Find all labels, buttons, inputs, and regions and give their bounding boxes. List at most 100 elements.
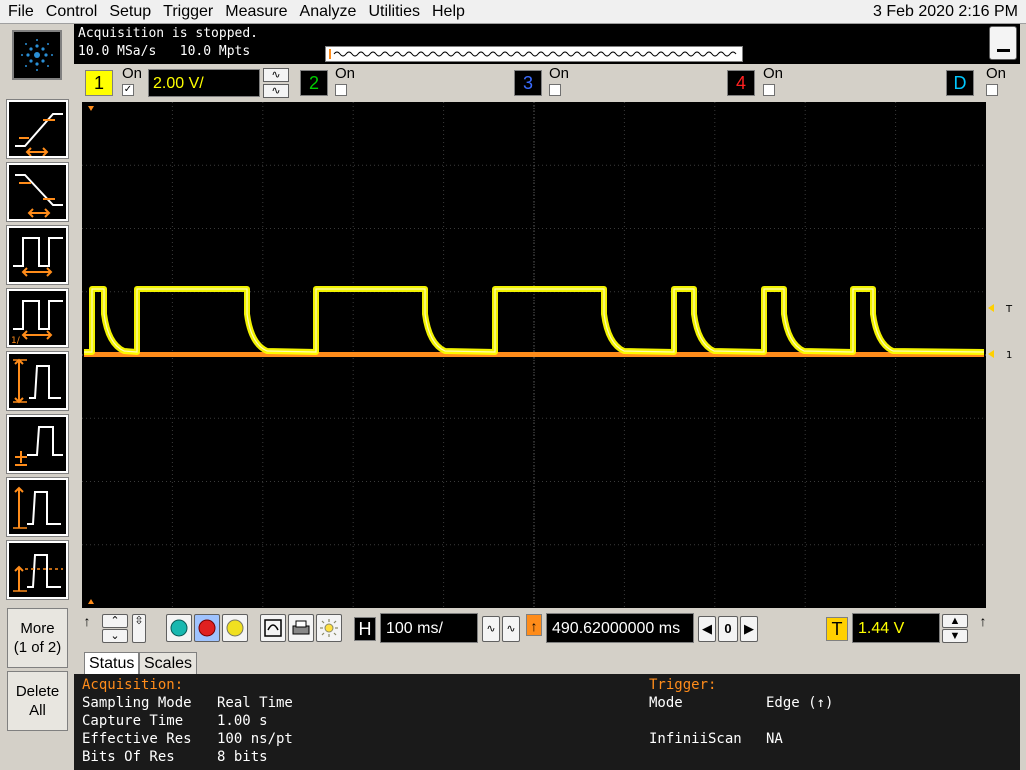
period-icon (13, 237, 63, 277)
bits-of-res-value: 8 bits (217, 749, 268, 765)
digital-on-checkbox[interactable] (986, 84, 998, 96)
menu-utilities[interactable]: Utilities (362, 0, 426, 24)
top-measure-button[interactable] (6, 477, 69, 537)
trigger-level-marker: T (1005, 304, 1013, 315)
level-markers: T 1 (988, 304, 1013, 361)
right-margin (1020, 24, 1026, 770)
channel-3-on-label: On (549, 65, 570, 82)
trigger-slope-icon[interactable]: ↑ (976, 614, 990, 641)
peak-to-peak-icon (13, 358, 61, 404)
svg-text:1/: 1/ (11, 336, 21, 345)
delay-right-button[interactable]: ▶ (740, 616, 758, 642)
fall-time-icon (15, 174, 63, 218)
trigger-mode-value: Edge (↑) (766, 695, 834, 711)
menu-bar: File Control Setup Trigger Measure Analy… (0, 0, 1026, 24)
amplitude-measure-button[interactable] (6, 414, 69, 474)
horizontal-tag[interactable]: H (354, 617, 376, 641)
period-measure-button[interactable] (6, 225, 69, 285)
run-circle-icon (170, 619, 188, 637)
display-brightness-button[interactable] (316, 614, 342, 642)
acquisition-section-title: Acquisition: (82, 677, 184, 693)
horizontal-position-tag[interactable]: ↑ (526, 614, 542, 636)
menu-control[interactable]: Control (40, 0, 104, 24)
delay-left-button[interactable]: ◀ (698, 616, 716, 642)
delete-all-label: Delete All (15, 683, 60, 719)
delay-field[interactable]: 490.62000000 ms (546, 613, 694, 643)
frequency-measure-button[interactable]: 1/ (6, 288, 69, 348)
average-measure-button[interactable] (6, 540, 69, 600)
oscilloscope-window: File Control Setup Trigger Measure Analy… (0, 0, 1026, 770)
digital-on-label: On (986, 65, 1007, 82)
more-button[interactable]: More (1 of 2) (7, 608, 68, 668)
trigger-position-top-marker-icon (88, 106, 94, 111)
overview-waveform-icon (329, 49, 737, 59)
amplitude-icon (15, 426, 63, 466)
dc-coupling-icon[interactable]: ∿ (263, 84, 289, 98)
trigger-level-field[interactable]: 1.44 V (852, 613, 940, 643)
stop-button[interactable] (194, 614, 220, 642)
run-button[interactable] (166, 614, 192, 642)
menu-setup[interactable]: Setup (103, 0, 157, 24)
channel-1-ground-marker: 1 (1006, 350, 1012, 361)
capture-time-value: 1.00 s (217, 713, 268, 729)
timebase-field[interactable]: 100 ms/ (380, 613, 478, 643)
channel-4-on-checkbox[interactable] (763, 84, 775, 96)
rise-time-measure-button[interactable] (6, 99, 69, 159)
ac-coupling-icon[interactable]: ∿ (263, 68, 289, 82)
autoscale-button[interactable] (260, 614, 286, 642)
waveform-display[interactable] (82, 102, 986, 608)
frequency-icon: 1/ (11, 300, 63, 346)
digital-channels-button[interactable]: D (946, 70, 974, 96)
date-time: 3 Feb 2020 2:16 PM (873, 3, 1018, 20)
minimize-button[interactable] (989, 26, 1017, 60)
infiniiscan-label: InfiniiScan (649, 731, 742, 747)
delay-zero-button[interactable]: 0 (718, 616, 738, 642)
scroll-up-button[interactable]: ⌃ (102, 614, 128, 628)
info-tabs: Status Scales (74, 650, 1020, 674)
fall-time-measure-button[interactable] (6, 162, 69, 222)
menu-help[interactable]: Help (426, 0, 471, 24)
timebase-decrease-button[interactable]: ∿ (482, 616, 500, 642)
print-button[interactable] (288, 614, 314, 642)
scroll-vertical-button[interactable]: ⇳ (132, 614, 146, 643)
trigger-position-bottom-marker-icon (88, 599, 94, 604)
trigger-level-arrow-icon (988, 304, 994, 312)
channel-3-button[interactable]: 3 (514, 70, 542, 96)
channel-controls: 1 On ✓ 2.00 V/ ∿ ∿ 2 On 3 On 4 On D On (74, 64, 1020, 102)
tab-status[interactable]: Status (84, 652, 140, 674)
scroll-down-button[interactable]: ⌄ (102, 629, 128, 643)
menu-trigger[interactable]: Trigger (157, 0, 219, 24)
channel-4-button[interactable]: 4 (727, 70, 755, 96)
delete-all-button[interactable]: Delete All (7, 671, 68, 731)
printer-icon (292, 620, 310, 635)
acquisition-status-bar: Acquisition is stopped. 10.0 MSa/s 10.0 … (74, 24, 1020, 64)
effective-res-label: Effective Res (82, 731, 192, 747)
peak-to-peak-measure-button[interactable] (6, 351, 69, 411)
timebase-increase-button[interactable]: ∿ (502, 616, 520, 642)
memory-overview-bar[interactable] (325, 46, 743, 62)
trigger-tag[interactable]: T (826, 617, 848, 641)
channel-1-scale-field[interactable]: 2.00 V/ (148, 69, 260, 97)
capture-time-label: Capture Time (82, 713, 184, 729)
channel-1-button[interactable]: 1 (85, 70, 113, 96)
rise-time-icon (15, 113, 63, 157)
trigger-level-down-button[interactable]: ▼ (942, 629, 968, 643)
menu-analyze[interactable]: Analyze (294, 0, 363, 24)
channel-2-on-checkbox[interactable] (335, 84, 347, 96)
channel-2-button[interactable]: 2 (300, 70, 328, 96)
menu-file[interactable]: File (0, 0, 40, 24)
trigger-level-up-button[interactable]: ▲ (942, 614, 968, 628)
cursor-arrow-icon[interactable]: ↑ (80, 614, 94, 641)
control-row: ↑ ⌃ ⌄ ⇳ H 100 ms/ ∿ ∿ ↑ 490.62000000 ms … (74, 610, 1020, 650)
stop-circle-icon (198, 619, 216, 637)
channel-3-on-checkbox[interactable] (549, 84, 561, 96)
single-button[interactable] (222, 614, 248, 642)
brightness-icon (320, 619, 338, 637)
channel-1-on-checkbox[interactable]: ✓ (122, 84, 134, 96)
menu-measure[interactable]: Measure (219, 0, 293, 24)
effective-res-value: 100 ns/pt (217, 731, 293, 747)
bits-of-res-label: Bits Of Res (82, 749, 175, 765)
tab-scales[interactable]: Scales (139, 652, 198, 674)
trigger-section-title: Trigger: (649, 677, 717, 693)
average-level-icon (13, 554, 63, 592)
